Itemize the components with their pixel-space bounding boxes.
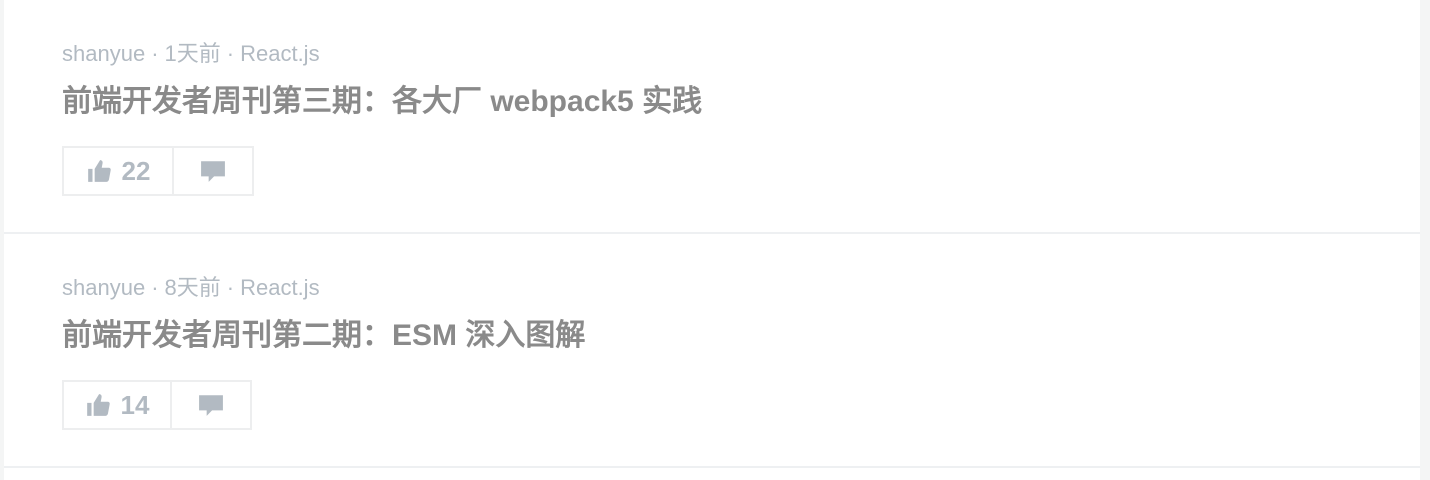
article-tag[interactable]: React.js [240,41,319,66]
like-count: 22 [121,155,151,186]
article-entry[interactable]: shanyue · 1天前 · React.js 前端开发者周刊第三期：各大厂 webp… [4,0,1420,234]
meta-separator: · [151,41,159,66]
comment-icon [200,158,226,184]
like-button[interactable]: 14 [64,382,172,428]
author-name[interactable]: shanyue [62,41,145,66]
article-actions: 14 [62,380,252,430]
author-name[interactable]: shanyue [62,275,145,300]
meta-separator: · [151,275,159,300]
comment-icon [198,392,224,418]
meta-separator: · [226,41,235,66]
comment-button[interactable] [172,382,250,428]
like-count: 14 [120,389,150,420]
comment-button[interactable] [174,148,252,194]
post-time: 8天前 [164,275,221,300]
thumbs-up-icon [86,158,112,184]
article-tag[interactable]: React.js [240,275,319,300]
article-feed: shanyue · 1天前 · React.js 前端开发者周刊第三期：各大厂 webp… [4,0,1420,480]
like-button[interactable]: 22 [64,148,174,194]
article-title[interactable]: 前端开发者周刊第三期：各大厂 webpack5 实践 [62,82,702,122]
meta-separator: · [226,275,235,300]
article-title[interactable]: 前端开发者周刊第二期：ESM 深入图解 [62,316,585,356]
article-meta: shanyue · 1天前 · React.js [62,40,320,68]
thumbs-up-icon [85,392,111,418]
article-actions: 22 [62,146,254,196]
post-time: 1天前 [164,41,221,66]
article-meta: shanyue · 8天前 · React.js [62,274,320,302]
article-entry[interactable]: shanyue · 8天前 · React.js 前端开发者周刊第二期：ESM 深入图解… [4,234,1420,468]
